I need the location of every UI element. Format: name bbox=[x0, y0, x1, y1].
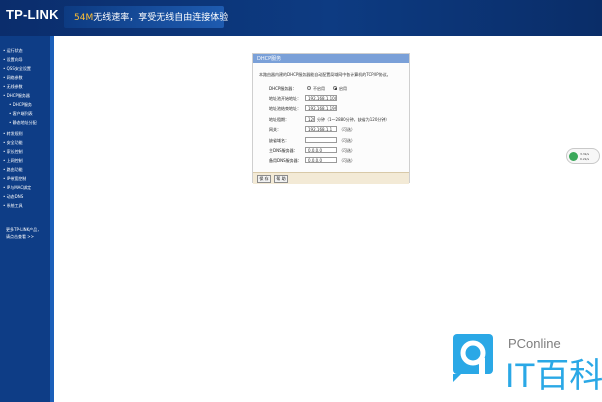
watermark-name: IT百科 bbox=[505, 357, 602, 395]
sidebar: • 运行状态 • 设置向导 • QSS安全设置 • 网络参数 • 无线参数 • … bbox=[0, 36, 50, 402]
sidebar-item-ddns[interactable]: • 动态DNS bbox=[3, 194, 23, 200]
sidebar-item-security[interactable]: • 安全功能 bbox=[3, 140, 23, 146]
dialog-title: DHCP服务 bbox=[257, 56, 282, 62]
lease-time-note: 分钟（1～2880分钟，缺省为120分钟） bbox=[317, 117, 390, 122]
sidebar-divider bbox=[50, 36, 54, 402]
gateway-label: 网关： bbox=[269, 127, 281, 132]
pool-end-label: 地址池结束地址： bbox=[269, 106, 301, 111]
tagline: 54M无线速率，享受无线自由连接体验 bbox=[74, 10, 228, 23]
widget-upload-speed: 3.3k/s bbox=[580, 152, 590, 156]
primary-dns-label: 主DNS服务器： bbox=[269, 148, 298, 153]
lease-time-label: 地址租期： bbox=[269, 117, 289, 122]
pool-start-input[interactable]: 192.168.1.100 bbox=[305, 95, 337, 101]
dialog-description: 本路由器内建的DHCP服务器能自动配置局域网中各计算机的TCP/IP协议。 bbox=[259, 72, 391, 77]
sidebar-link-more-products[interactable]: 更多TP-LINK产品， bbox=[6, 227, 41, 233]
sidebar-subitem-static-address[interactable]: • 静态地址分配 bbox=[9, 120, 37, 126]
sidebar-subitem-dhcp-service[interactable]: • DHCP服务 bbox=[9, 102, 32, 108]
domain-optional: （可选） bbox=[339, 138, 355, 143]
secondary-dns-label: 备用DNS服务器： bbox=[269, 158, 302, 163]
help-button[interactable]: 帮 助 bbox=[274, 175, 288, 183]
dialog-titlebar: DHCP服务 bbox=[253, 54, 409, 63]
sidebar-item-qss[interactable]: • QSS安全设置 bbox=[3, 66, 31, 72]
pool-end-input[interactable]: 192.168.1.199 bbox=[305, 105, 337, 111]
tp-link-logo: TP-LINK bbox=[6, 7, 59, 22]
sidebar-item-bandwidth[interactable]: • IP带宽控制 bbox=[3, 176, 26, 182]
sidebar-item-wireless[interactable]: • 无线参数 bbox=[3, 84, 23, 90]
network-monitor-icon bbox=[569, 152, 578, 161]
sidebar-item-network[interactable]: • 网络参数 bbox=[3, 75, 23, 81]
dhcp-enable-label: 启用 bbox=[339, 86, 347, 91]
pconline-logo-icon bbox=[453, 334, 493, 382]
lease-time-input[interactable]: 120 bbox=[305, 116, 315, 122]
sidebar-item-dhcp[interactable]: • DHCP服务器 bbox=[3, 93, 30, 99]
sidebar-item-forwarding[interactable]: • 转发规则 bbox=[3, 131, 23, 137]
pool-start-label: 地址池开始地址： bbox=[269, 96, 301, 101]
dhcp-enable-radio[interactable] bbox=[333, 86, 337, 90]
sidebar-item-ip-mac[interactable]: • IP与MAC绑定 bbox=[3, 185, 31, 191]
dhcp-server-label: DHCP服务器： bbox=[269, 86, 297, 91]
secondary-dns-input[interactable]: 0.0.0.0 bbox=[305, 157, 337, 163]
primary-dns-optional: （可选） bbox=[339, 148, 355, 153]
header: TP-LINK 54M无线速率，享受无线自由连接体验 bbox=[0, 0, 602, 36]
dhcp-disable-radio[interactable] bbox=[307, 86, 311, 90]
save-button[interactable]: 保 存 bbox=[257, 175, 271, 183]
sidebar-item-system-tools[interactable]: • 系统工具 bbox=[3, 203, 23, 209]
sidebar-link-view-more[interactable]: 请点击查看 >> bbox=[6, 234, 34, 240]
domain-input[interactable] bbox=[305, 137, 337, 143]
tagline-highlight: 54M bbox=[74, 13, 94, 23]
network-monitor-widget[interactable]: 3.3k/s 0.2k/s bbox=[566, 148, 600, 164]
sidebar-item-parental[interactable]: • 家长控制 bbox=[3, 149, 23, 155]
secondary-dns-optional: （可选） bbox=[339, 158, 355, 163]
dialog-footer: 保 存 帮 助 bbox=[253, 172, 409, 184]
widget-download-speed: 0.2k/s bbox=[580, 157, 590, 161]
sidebar-item-routing[interactable]: • 路由功能 bbox=[3, 167, 23, 173]
sidebar-item-status[interactable]: • 运行状态 bbox=[3, 48, 23, 54]
gateway-optional: （可选） bbox=[339, 127, 355, 132]
tagline-rest: 无线速率，享受无线自由连接体验 bbox=[93, 13, 229, 23]
dhcp-disable-label: 不启用 bbox=[313, 86, 325, 91]
gateway-input[interactable]: 192.168.1.1 bbox=[305, 126, 337, 132]
domain-label: 缺省域名： bbox=[269, 138, 289, 143]
primary-dns-input[interactable]: 0.0.0.0 bbox=[305, 147, 337, 153]
sidebar-item-wizard[interactable]: • 设置向导 bbox=[3, 57, 23, 63]
dhcp-dialog: DHCP服务 本路由器内建的DHCP服务器能自动配置局域网中各计算机的TCP/I… bbox=[252, 53, 410, 184]
sidebar-item-access-control[interactable]: • 上网控制 bbox=[3, 158, 23, 164]
sidebar-subitem-client-list[interactable]: • 客户端列表 bbox=[9, 111, 33, 117]
